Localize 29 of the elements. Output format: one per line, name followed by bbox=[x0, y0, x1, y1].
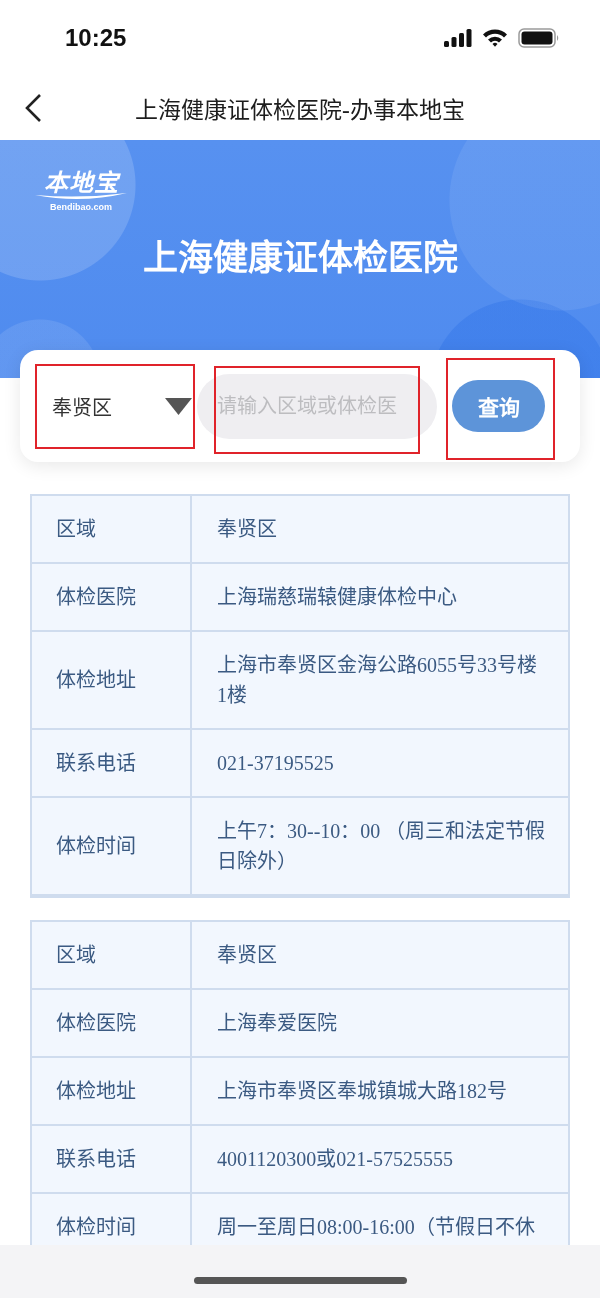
swoosh-icon bbox=[35, 192, 127, 202]
caret-icon bbox=[165, 397, 192, 415]
table-cell: 区域 bbox=[32, 922, 192, 990]
table-cell: 021-37195525 bbox=[192, 730, 568, 798]
table-cell: 联系电话 bbox=[32, 730, 192, 798]
table-cell: 联系电话 bbox=[32, 1126, 192, 1194]
table-cell: 体检地址 bbox=[32, 1058, 192, 1126]
battery-icon bbox=[518, 27, 560, 48]
logo-domain: Bendibao.com bbox=[50, 202, 112, 213]
table-cell: 体检医院 bbox=[32, 990, 192, 1058]
table-cell: 体检时间 bbox=[32, 798, 192, 896]
page-title: 上海健康证体检医院-办事本地宝 bbox=[134, 95, 466, 125]
wifi-icon bbox=[482, 28, 508, 47]
signal-icon bbox=[444, 28, 472, 47]
table-cell: 上海奉爱医院 bbox=[192, 990, 568, 1058]
table-cell: 上海瑞慈瑞辕健康体检中心 bbox=[192, 564, 568, 632]
table-cell: 奉贤区 bbox=[192, 922, 568, 990]
table-cell: 体检医院 bbox=[32, 564, 192, 632]
banner-title: 上海健康证体检医院 bbox=[141, 237, 459, 280]
table-cell: 体检地址 bbox=[32, 632, 192, 730]
status-time: 10:25 bbox=[65, 23, 127, 52]
region-select[interactable]: 奉贤区 bbox=[52, 386, 192, 426]
table-cell: 4001120300或021-57525555 bbox=[192, 1126, 568, 1194]
table-cell: 奉贤区 bbox=[192, 496, 568, 564]
table-cell: 上海市奉贤区金海公路6055号33号楼1楼 bbox=[192, 632, 568, 730]
table-cell: 上午7：30--10：00 （周三和法定节假日除外） bbox=[192, 798, 568, 896]
logo-text: 本地宝 bbox=[43, 170, 119, 196]
table-cell: 区域 bbox=[32, 496, 192, 564]
table-cell: 上海市奉贤区奉城镇城大路182号 bbox=[192, 1058, 568, 1126]
